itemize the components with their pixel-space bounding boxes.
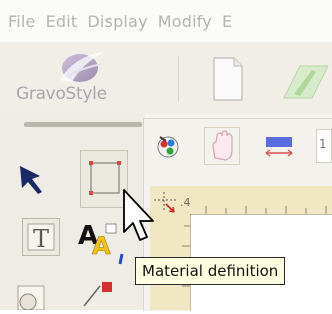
- tooltip: Material definition: [135, 257, 286, 285]
- text-tool-button[interactable]: T: [22, 218, 60, 256]
- new-document-icon: [213, 57, 243, 101]
- width-tool-icon: [265, 137, 293, 157]
- app-window: File Edit Display Modify E GravoStyle T …: [0, 0, 332, 311]
- text-tool-icon: T: [27, 223, 55, 253]
- node-tool-icon: [83, 282, 112, 307]
- shape-tool-button[interactable]: [14, 280, 46, 311]
- open-icon: [283, 65, 329, 99]
- select-arrow-icon: [20, 166, 42, 194]
- color-palette-icon: [157, 136, 179, 158]
- menu-file[interactable]: File: [8, 12, 36, 31]
- svg-text:T: T: [33, 225, 49, 253]
- panel-title-bar: [24, 122, 142, 127]
- node-tool-button[interactable]: [80, 276, 120, 310]
- select-tool-button[interactable]: [16, 162, 46, 196]
- pan-tool-button[interactable]: [204, 127, 240, 165]
- menu-e-truncated[interactable]: E: [222, 12, 232, 31]
- text-effects-button[interactable]: A A: [74, 210, 124, 266]
- svg-text:A: A: [92, 232, 111, 260]
- truncated-field-text: 1: [319, 137, 327, 151]
- main-toolbar: GravoStyle: [0, 42, 332, 114]
- menu-display[interactable]: Display: [87, 12, 147, 31]
- menu-edit[interactable]: Edit: [46, 12, 78, 31]
- menu-bar: File Edit Display Modify E: [0, 0, 332, 42]
- shape-tool-icon: [17, 285, 45, 311]
- text-effects-icon: A A: [78, 221, 124, 265]
- hand-pan-icon: [212, 130, 233, 161]
- width-tool-button[interactable]: [260, 131, 300, 161]
- truncated-field[interactable]: 1: [316, 129, 332, 163]
- logo-text: GravoStyle: [16, 84, 107, 104]
- open-button[interactable]: [270, 50, 332, 106]
- color-palette-button[interactable]: [154, 131, 184, 161]
- mouse-cursor-icon: [123, 189, 154, 241]
- menu-modify[interactable]: Modify: [158, 12, 212, 31]
- toolbar-separator: [178, 56, 179, 102]
- gravostyle-logo: GravoStyle: [12, 50, 142, 106]
- new-document-button[interactable]: [200, 50, 246, 106]
